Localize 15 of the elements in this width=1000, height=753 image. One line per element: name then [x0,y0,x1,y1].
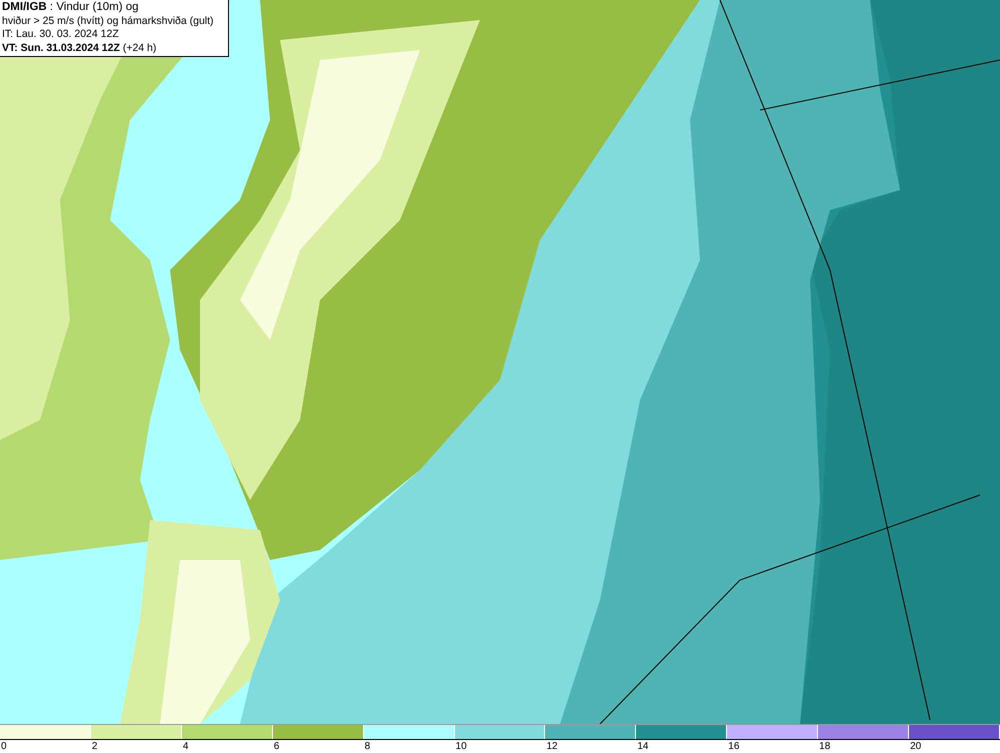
legend-label: 18 [819,740,830,753]
legend-label: 12 [546,740,558,753]
legend-label: 0 [1,740,7,753]
legend-label: 2 [92,740,98,753]
legend-label: 10 [456,740,467,753]
legend-label: 16 [728,740,740,753]
title-text: hviður > 25 m/s (hvítt) og hámarkshviða (gult) [2,14,215,28]
legend-label: 20 [910,740,922,753]
legend-label: 6 [274,740,280,753]
title-text: VT: Sun. 31.03.2024 12Z (+24 h) [2,42,158,55]
title-text: IT: Lau. 30. 03. 2024 12Z [2,28,120,42]
legend-label: 14 [637,740,648,753]
title-text: DMI/IGB : Vindur (10m) og [2,1,140,14]
legend-label: 4 [182,740,188,753]
legend-label: 8 [364,740,370,753]
